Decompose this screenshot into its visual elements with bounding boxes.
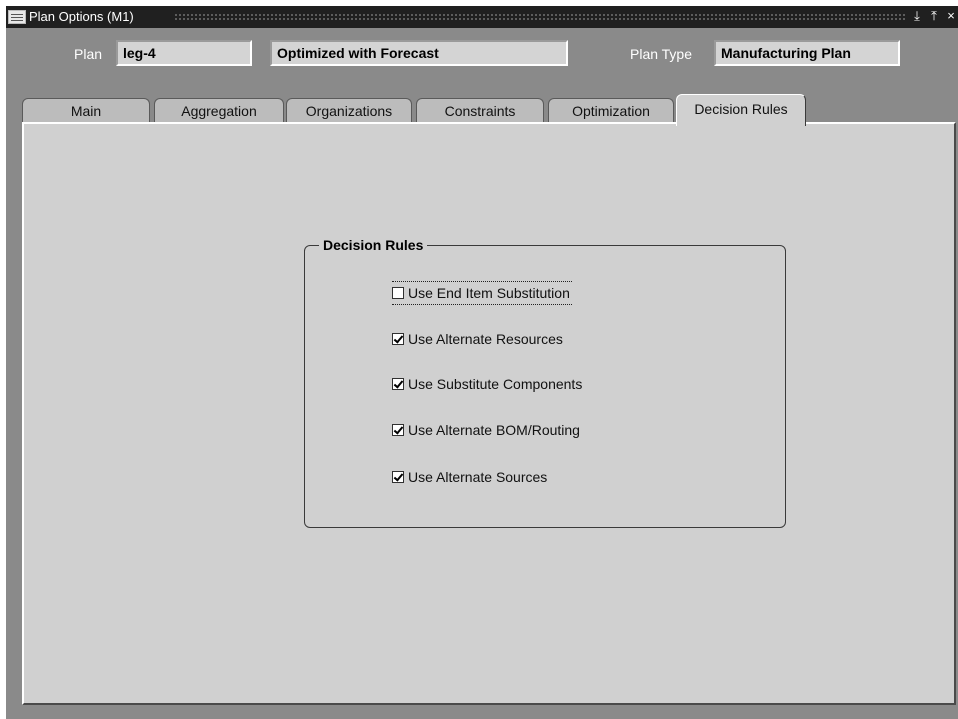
use-alternate-bom-routing-checkbox[interactable]: Use Alternate BOM/Routing — [392, 419, 580, 441]
checkbox-checked-icon[interactable] — [392, 471, 404, 483]
plan-type-label: Plan Type — [630, 46, 693, 62]
checkbox-checked-icon[interactable] — [392, 378, 404, 390]
plan-label: Plan — [74, 46, 103, 62]
decision-rules-group: Decision Rules Use End Item Substitution… — [304, 236, 786, 528]
tab-optimization[interactable]: Optimization — [548, 98, 674, 124]
option-label: Use End Item Substitution — [408, 285, 570, 301]
option-label: Use Alternate Resources — [408, 331, 563, 347]
tab-organizations[interactable]: Organizations — [286, 98, 412, 124]
plan-name-field[interactable]: leg-4 — [116, 40, 252, 66]
plan-header: Plan leg-4 Optimized with Forecast Plan … — [6, 28, 958, 76]
checkbox-unchecked-icon[interactable] — [392, 287, 404, 299]
window-controls: ⤓ ⤒ × — [910, 8, 958, 26]
title-bar[interactable]: Plan Options (M1) ⤓ ⤒ × — [6, 6, 958, 28]
tab-constraints[interactable]: Constraints — [416, 98, 544, 124]
option-label: Use Substitute Components — [408, 376, 583, 392]
maximize-icon[interactable]: ⤒ — [927, 8, 941, 24]
use-end-item-substitution-checkbox[interactable]: Use End Item Substitution — [392, 281, 572, 305]
tab-aggregation[interactable]: Aggregation — [154, 98, 284, 124]
plan-type-field[interactable]: Manufacturing Plan — [714, 40, 900, 66]
minimize-icon[interactable]: ⤓ — [910, 8, 924, 24]
option-label: Use Alternate BOM/Routing — [408, 422, 580, 438]
oracle-app-icon — [8, 10, 26, 24]
decision-rules-group-title: Decision Rules — [319, 236, 428, 254]
checkbox-checked-icon[interactable] — [392, 424, 404, 436]
plan-options-tabs: Main Aggregation Organizations Constrain… — [6, 94, 958, 126]
use-alternate-resources-checkbox[interactable]: Use Alternate Resources — [392, 328, 563, 350]
title-bar-grip — [174, 13, 906, 21]
plan-options-window: Plan Options (M1) ⤓ ⤒ × Plan leg-4 Optim… — [6, 6, 958, 719]
plan-description-field[interactable]: Optimized with Forecast — [270, 40, 568, 66]
close-icon[interactable]: × — [944, 8, 958, 24]
tab-main[interactable]: Main — [22, 98, 150, 124]
tab-decision-rules[interactable]: Decision Rules — [676, 94, 806, 126]
option-label: Use Alternate Sources — [408, 469, 548, 485]
checkbox-checked-icon[interactable] — [392, 333, 404, 345]
window-title: Plan Options (M1) — [29, 9, 134, 24]
use-substitute-components-checkbox[interactable]: Use Substitute Components — [392, 373, 582, 395]
decision-rules-panel: Decision Rules Use End Item Substitution… — [22, 122, 956, 705]
use-alternate-sources-checkbox[interactable]: Use Alternate Sources — [392, 466, 547, 488]
